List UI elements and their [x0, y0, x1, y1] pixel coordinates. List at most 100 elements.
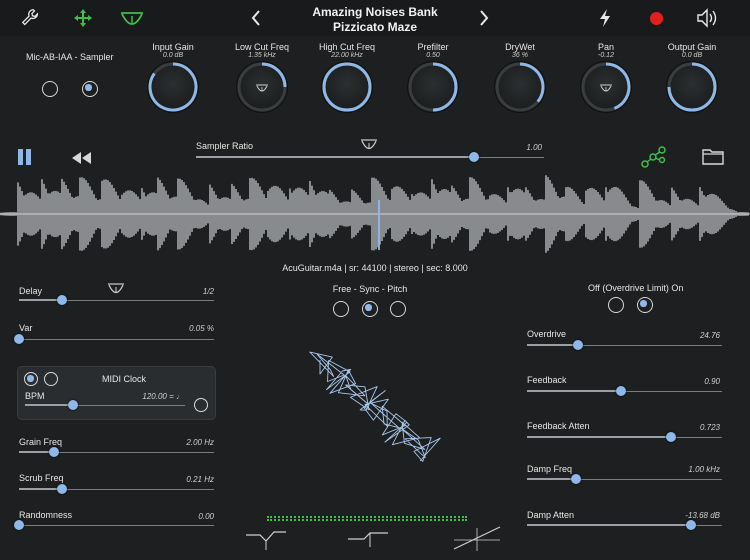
level-meter	[267, 516, 467, 521]
knob-value: 36 %	[512, 52, 528, 59]
knob-high-cut-freq[interactable]: High Cut Freq 22.00 kHz	[317, 42, 377, 113]
damp-freq-label: Damp Freq	[527, 464, 573, 474]
waveform-info: AcuGuitar.m4a | sr: 44100 | stereo | sec…	[282, 263, 468, 273]
slider-fill	[527, 524, 691, 526]
feedback-atten-slider[interactable]	[527, 432, 722, 442]
feedback-atten-value: 0.723	[699, 423, 720, 432]
knob-label: DryWet	[505, 42, 535, 52]
damp-atten-slider[interactable]	[527, 520, 722, 530]
knob-low-cut-freq[interactable]: Low Cut Freq 1.35 kHz	[232, 42, 292, 113]
knob-pan[interactable]: Pan -0.12	[576, 42, 636, 113]
tap-tempo-button[interactable]	[194, 398, 208, 412]
sampler-ratio-slider[interactable]	[196, 152, 544, 162]
slider-thumb[interactable]	[615, 386, 626, 396]
slider-thumb[interactable]	[685, 520, 696, 530]
damp-freq-value: 1.00 kHz	[688, 465, 720, 474]
midi-clock-label: MIDI Clock	[102, 374, 147, 384]
feedback-value: 0.90	[704, 377, 720, 386]
damp-atten-label: Damp Atten	[527, 510, 575, 520]
slider-thumb[interactable]	[469, 152, 480, 162]
sync-mode-radio-free[interactable]	[333, 301, 349, 317]
delay-slider[interactable]	[19, 295, 214, 305]
slider-thumb[interactable]	[49, 447, 60, 457]
knob-label: Pan	[597, 42, 614, 52]
slider-thumb[interactable]	[572, 340, 583, 350]
knob-drywet[interactable]: DryWet 36 %	[490, 42, 550, 113]
overdrive-limit-label: Off (Overdrive Limit) On	[588, 283, 684, 293]
slider-fill	[527, 344, 578, 346]
midi-clock-radio-off[interactable]	[44, 372, 58, 386]
slider-thumb[interactable]	[14, 520, 24, 530]
grain-freq-value: 2.00 Hz	[186, 438, 214, 447]
knob-dial[interactable]	[236, 61, 288, 113]
rewind-icon[interactable]	[72, 151, 92, 169]
slider-fill	[19, 299, 62, 301]
sync-mode-radio-pitch[interactable]	[390, 301, 406, 317]
knob-label: Output Gain	[667, 42, 717, 52]
slider-fill	[196, 156, 475, 158]
scrub-freq-slider[interactable]	[19, 484, 214, 494]
overdrive-limit-radio-on[interactable]	[637, 297, 653, 313]
bpm-slider[interactable]	[25, 400, 185, 410]
knob-input-gain[interactable]: Input Gain 0.0 dB	[143, 42, 203, 113]
damp-freq-slider[interactable]	[527, 474, 722, 484]
input-mode-radio-sampler[interactable]	[82, 81, 98, 97]
slider-track[interactable]	[19, 339, 214, 340]
slider-track[interactable]	[19, 525, 214, 526]
knob-value: 1.35 kHz	[248, 52, 276, 59]
knob-prefilter[interactable]: Prefilter 0.50	[403, 42, 463, 113]
feedback-slider[interactable]	[527, 386, 722, 396]
lightning-icon[interactable]	[594, 6, 616, 30]
slider-fill	[527, 436, 672, 438]
waveform-display[interactable]	[0, 168, 750, 260]
grain-freq-slider[interactable]	[19, 447, 214, 457]
damp-atten-value: -13.68 dB	[685, 511, 720, 520]
slider-thumb[interactable]	[666, 432, 677, 442]
knob-label: Input Gain	[152, 42, 194, 52]
xy-scope-display	[309, 351, 441, 462]
feedback-atten-label: Feedback Atten	[527, 421, 590, 431]
curve-shape-1-icon[interactable]	[244, 527, 288, 556]
pause-icon[interactable]	[18, 149, 32, 165]
knob-dial[interactable]	[321, 61, 373, 113]
midi-clock-radio-on[interactable]	[24, 372, 38, 386]
var-label: Var	[19, 323, 33, 333]
playhead[interactable]	[378, 200, 380, 250]
knob-dial[interactable]	[580, 61, 632, 113]
knob-dial[interactable]	[147, 61, 199, 113]
sync-mode-radio-sync[interactable]	[362, 301, 378, 317]
knob-value: 0.0 dB	[681, 52, 703, 59]
curve-shape-2-icon[interactable]	[346, 527, 390, 556]
slider-thumb[interactable]	[56, 484, 67, 494]
move-arrows-icon[interactable]	[70, 6, 96, 30]
bank-title: Amazing Noises Bank	[312, 5, 438, 19]
randomness-label: Randomness	[19, 510, 73, 520]
knob-dial[interactable]	[407, 61, 459, 113]
knob-dial[interactable]	[494, 61, 546, 113]
overdrive-slider[interactable]	[527, 340, 722, 350]
slider-thumb[interactable]	[56, 295, 67, 305]
chevron-right-icon[interactable]	[474, 8, 494, 28]
preset-title: Pizzicato Maze	[332, 20, 418, 34]
knob-dial[interactable]	[666, 61, 718, 113]
scrub-freq-value: 0.21 Hz	[186, 475, 214, 484]
slider-thumb[interactable]	[570, 474, 581, 484]
input-mode-radio-mic[interactable]	[42, 81, 58, 97]
knob-label: High Cut Freq	[318, 42, 376, 52]
scale-icon[interactable]	[118, 6, 146, 30]
overdrive-label: Overdrive	[527, 329, 567, 339]
wrench-icon[interactable]	[18, 6, 44, 30]
slider-fill	[527, 390, 621, 392]
record-icon[interactable]	[646, 8, 666, 28]
curve-shape-3-icon[interactable]	[452, 524, 502, 557]
randomness-slider[interactable]	[14, 520, 214, 530]
slider-thumb[interactable]	[14, 334, 24, 344]
slider-thumb[interactable]	[68, 400, 78, 410]
var-slider[interactable]	[14, 334, 214, 344]
input-mode-label: Mic-AB-IAA - Sampler	[26, 52, 114, 62]
overdrive-limit-radio-off[interactable]	[608, 297, 624, 313]
knob-output-gain[interactable]: Output Gain 0.0 dB	[662, 42, 722, 113]
folder-icon[interactable]	[702, 147, 724, 170]
speaker-icon[interactable]	[695, 6, 721, 30]
sync-mode-label: Free - Sync - Pitch	[332, 284, 408, 294]
